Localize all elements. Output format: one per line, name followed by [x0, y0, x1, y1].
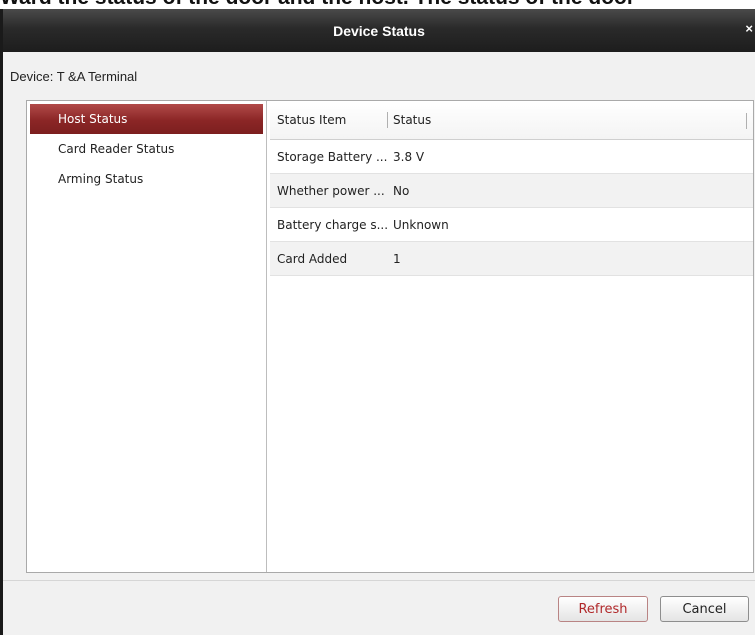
status-value-cell: 1: [393, 251, 401, 266]
column-divider[interactable]: [387, 112, 388, 128]
sidebar-item-card-reader-status[interactable]: Card Reader Status: [30, 134, 263, 164]
status-table: Status Item Status Storage Battery ... 3…: [270, 101, 753, 572]
table-row[interactable]: Battery charge s... Unknown: [270, 208, 753, 242]
cancel-button[interactable]: Cancel: [660, 596, 749, 622]
status-value-cell: Unknown: [393, 217, 449, 232]
table-header: Status Item Status: [270, 101, 753, 140]
status-panel: Host Status Card Reader Status Arming St…: [26, 100, 754, 573]
status-item-cell: Whether power ...: [277, 183, 385, 198]
refresh-button[interactable]: Refresh: [558, 596, 648, 622]
column-divider-end[interactable]: [746, 113, 747, 129]
dialog-title: Device Status: [333, 22, 425, 39]
table-row[interactable]: Whether power ... No: [270, 174, 753, 208]
status-value-cell: No: [393, 183, 410, 198]
column-header-status[interactable]: Status: [393, 113, 753, 127]
dialog-titlebar: Device Status ×: [3, 9, 755, 52]
column-header-status-item[interactable]: Status Item: [270, 113, 387, 127]
status-category-list: Host Status Card Reader Status Arming St…: [27, 101, 267, 572]
status-item-cell: Battery charge s...: [277, 217, 389, 232]
sidebar-item-arming-status[interactable]: Arming Status: [30, 164, 263, 194]
footer-divider: [3, 580, 755, 581]
status-item-cell: Storage Battery ...: [277, 149, 388, 164]
device-label: Device: T &A Terminal: [10, 69, 138, 84]
table-row[interactable]: Card Added 1: [270, 242, 753, 276]
device-status-dialog: Device Status × Device: T &A Terminal Ho…: [0, 9, 755, 635]
page-top-text: Ward the status of the door and the host…: [0, 0, 755, 9]
close-icon[interactable]: ×: [745, 21, 753, 36]
status-value-cell: 3.8 V: [393, 149, 425, 164]
sidebar-item-host-status[interactable]: Host Status: [30, 104, 263, 134]
table-row[interactable]: Storage Battery ... 3.8 V: [270, 140, 753, 174]
status-item-cell: Card Added: [277, 251, 348, 266]
screenshot-stage: Ward the status of the door and the host…: [0, 0, 755, 635]
